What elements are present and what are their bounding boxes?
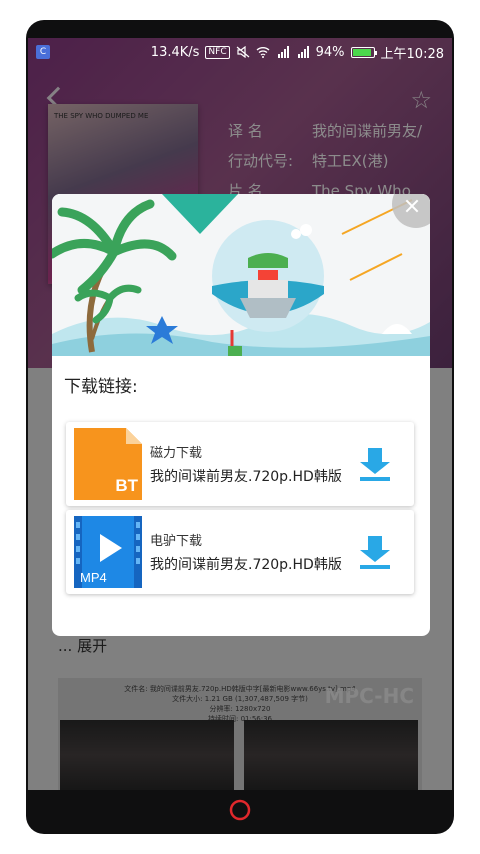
download-type-label: 磁力下载 [150, 446, 203, 461]
status-bar: C 13.4K/s NFC 94% 上午10:28 [28, 38, 452, 66]
bt-badge-text: BT [115, 476, 138, 495]
signal-3g-icon [277, 46, 289, 58]
home-circle-icon[interactable] [228, 798, 252, 822]
app-notification-icon: C [36, 45, 50, 59]
download-dialog: 下载链接: BT 磁力下载 我的间谍前男友.720p.HD韩版 MP4 电驴下载… [52, 194, 430, 636]
download-type-label: 电驴下载 [150, 534, 203, 549]
download-icon[interactable] [358, 534, 392, 570]
screen: ☆ THE SPY WHO DUMPED ME 译 名我的间谍前男友/ 行动代号… [28, 38, 452, 790]
wifi-icon [256, 47, 270, 58]
battery-icon [350, 46, 377, 58]
dialog-title: 下载链接: [64, 377, 138, 397]
dialog-banner-illustration [52, 194, 430, 356]
mp4-badge-text: MP4 [80, 570, 107, 585]
mute-icon [236, 46, 250, 58]
clock: 上午10:28 [380, 46, 444, 62]
battery-percent: 94% [315, 44, 345, 60]
network-speed: 13.4K/s [150, 44, 200, 60]
bt-file-icon: BT [74, 428, 142, 500]
download-item-ed2k[interactable]: MP4 电驴下载 我的间谍前男友.720p.HD韩版 [66, 510, 414, 594]
download-icon[interactable] [358, 446, 392, 482]
signal-4g-icon [297, 46, 309, 58]
nfc-icon: NFC [205, 45, 230, 59]
download-file-name: 我的间谍前男友.720p.HD韩版 [150, 469, 342, 485]
download-item-magnet[interactable]: BT 磁力下载 我的间谍前男友.720p.HD韩版 [66, 422, 414, 506]
mp4-file-icon: MP4 [74, 516, 142, 588]
download-file-name: 我的间谍前男友.720p.HD韩版 [150, 557, 342, 573]
